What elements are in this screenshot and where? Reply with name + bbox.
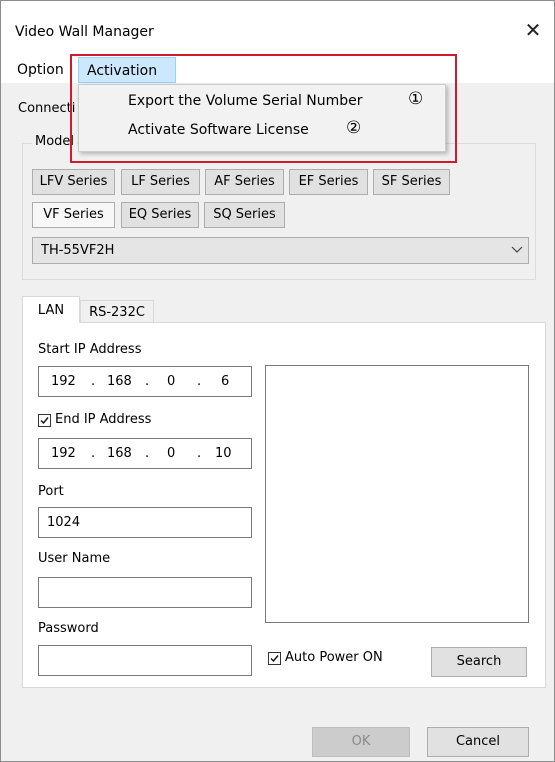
connection-label: Connecti [18, 101, 76, 116]
start-ip-octet-1: 192 [51, 374, 76, 389]
end-ip-octet-4: 10 [215, 446, 232, 461]
start-ip-label: Start IP Address [38, 342, 142, 357]
series-button-vf[interactable]: VF Series [32, 202, 115, 228]
start-ip-octet-3: 0 [167, 374, 176, 389]
menu-option[interactable]: Option [9, 57, 73, 83]
close-icon[interactable]: ✕ [521, 18, 545, 42]
model-select[interactable]: TH-55VF2H [32, 237, 529, 264]
end-ip-octet-2: 168 [107, 446, 132, 461]
highlight-box [70, 54, 457, 163]
username-label: User Name [38, 551, 111, 566]
series-button-lfv[interactable]: LFV Series [32, 169, 115, 195]
port-label: Port [38, 484, 64, 499]
ip-dot: . [197, 446, 202, 461]
ip-dot: . [145, 374, 150, 389]
auto-power-checkbox[interactable] [268, 652, 281, 665]
ip-dot: . [91, 374, 96, 389]
tab-rs232c[interactable]: RS-232C [80, 300, 154, 324]
tab-lan[interactable]: LAN [22, 296, 80, 323]
search-button[interactable]: Search [431, 647, 527, 677]
auto-power-label: Auto Power ON [285, 650, 383, 665]
start-ip-field[interactable]: 192 . 168 . 0 . 6 [38, 366, 252, 397]
cancel-button[interactable]: Cancel [427, 727, 529, 757]
ip-dot: . [91, 446, 96, 461]
series-button-eq[interactable]: EQ Series [121, 202, 199, 228]
series-button-lf[interactable]: LF Series [121, 169, 200, 195]
series-button-af[interactable]: AF Series [205, 169, 284, 195]
end-ip-field[interactable]: 192 . 168 . 0 . 10 [38, 438, 252, 469]
password-label: Password [38, 621, 99, 636]
end-ip-octet-3: 0 [167, 446, 176, 461]
ip-dot: . [145, 446, 150, 461]
start-ip-octet-4: 6 [221, 374, 230, 389]
end-ip-octet-1: 192 [51, 446, 76, 461]
device-list[interactable] [265, 365, 529, 623]
series-button-sq[interactable]: SQ Series [204, 202, 285, 228]
window-title: Video Wall Manager [15, 24, 154, 40]
start-ip-octet-2: 168 [107, 374, 132, 389]
end-ip-checkbox[interactable] [38, 414, 51, 427]
username-input[interactable] [38, 577, 252, 608]
series-button-sf[interactable]: SF Series [373, 169, 450, 195]
password-input[interactable] [38, 645, 252, 676]
port-input[interactable]: 1024 [38, 507, 252, 538]
series-button-ef[interactable]: EF Series [289, 169, 368, 195]
end-ip-label: End IP Address [55, 412, 152, 427]
chevron-down-icon[interactable] [505, 237, 529, 264]
ok-button[interactable]: OK [312, 727, 410, 757]
ip-dot: . [197, 374, 202, 389]
